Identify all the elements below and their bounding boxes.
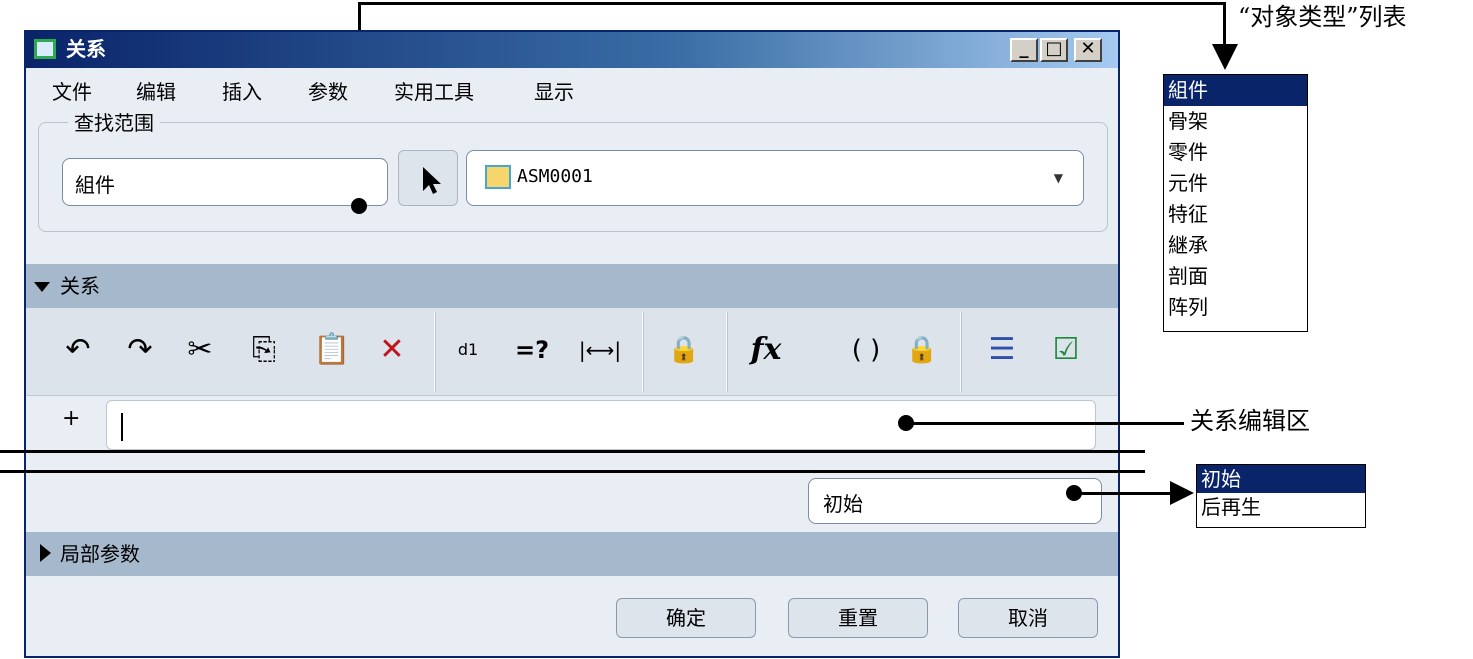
toolbar-separator (726, 312, 728, 392)
dimension-icon[interactable]: |⟷| (578, 330, 622, 370)
list-item[interactable]: 初始 (1197, 465, 1365, 493)
object-type-field[interactable]: 組件 (62, 158, 388, 206)
leader-line (358, 2, 1226, 5)
redo-icon[interactable]: ↷ (118, 330, 162, 370)
relations-toolbar: ↶ ↷ ✂ ⎘ 📋 ✕ d1 =? |⟷| 🔒 fx ( ) 🔒 ☰ ☑ (26, 308, 1118, 396)
list-item[interactable]: 剖面 (1164, 261, 1307, 292)
list-item[interactable]: 元件 (1164, 168, 1307, 199)
delete-icon[interactable]: ✕ (370, 330, 414, 370)
cursor-arrow-icon (423, 167, 441, 194)
menu-bar: 文件 编辑 插入 参数 实用工具 显示 (26, 70, 1118, 114)
list-item[interactable]: 組件 (1164, 75, 1307, 106)
paste-icon[interactable]: 📋 (310, 330, 354, 370)
separator-line (0, 450, 1145, 453)
toolbar-separator (434, 312, 436, 392)
relations-editor[interactable] (106, 400, 1096, 450)
close-button[interactable]: ✕ (1074, 38, 1102, 62)
evaluate-icon[interactable]: 🔒 (900, 330, 944, 370)
list-item[interactable]: 骨架 (1164, 106, 1307, 137)
callout-dot (351, 198, 367, 214)
object-type-list: 組件 骨架 零件 元件 特征 継承 剖面 阵列 (1163, 74, 1308, 332)
list-item[interactable]: 后再生 (1197, 493, 1365, 521)
triangle-down-icon (34, 282, 50, 292)
function-icon[interactable]: fx (744, 330, 788, 370)
minimize-button[interactable]: _ (1010, 38, 1038, 62)
copy-icon[interactable]: ⎘ (242, 330, 286, 370)
triangle-right-icon (40, 544, 51, 562)
assembly-icon (485, 165, 511, 189)
list-item[interactable]: 阵列 (1164, 292, 1307, 323)
ok-button[interactable]: 确定 (616, 598, 756, 638)
menu-parameters[interactable]: 参数 (308, 78, 348, 106)
check-icon[interactable]: ☑ (1044, 330, 1088, 370)
leader-line (1223, 2, 1226, 46)
relations-section-label: 关系 (60, 274, 100, 298)
menu-display[interactable]: 显示 (534, 78, 574, 106)
separator-line (0, 470, 1145, 473)
menu-insert[interactable]: 插入 (222, 78, 262, 106)
toolbar-separator (642, 312, 644, 392)
expand-icon[interactable]: + (62, 406, 80, 431)
brackets-icon[interactable]: ( ) (844, 330, 888, 370)
title-bar[interactable]: 关系 _ □ ✕ (26, 32, 1118, 68)
local-parameters-label: 局部参数 (60, 542, 140, 566)
text-caret (121, 413, 123, 441)
local-parameters-section-header[interactable]: 局部参数 (26, 532, 1118, 576)
maximize-button[interactable]: □ (1040, 38, 1068, 62)
leader-line (906, 422, 1184, 425)
sort-relations-icon[interactable]: 🔒 (662, 330, 706, 370)
editor-area-callout: 关系编辑区 (1190, 407, 1310, 435)
units-icon[interactable]: d1 (446, 330, 490, 370)
model-name: ASM0001 (517, 166, 593, 187)
menu-edit[interactable]: 编辑 (136, 78, 176, 106)
undo-icon[interactable]: ↶ (56, 330, 100, 370)
search-scope-label: 查找范围 (68, 110, 160, 136)
timing-select[interactable]: 初始 (808, 478, 1102, 524)
window-icon (34, 39, 56, 59)
chevron-down-icon: ▼ (1053, 171, 1063, 185)
verify-icon[interactable]: =? (510, 330, 554, 370)
reset-button[interactable]: 重置 (788, 598, 928, 638)
relations-section-header[interactable]: 关系 (26, 264, 1118, 308)
toolbar-separator (960, 312, 962, 392)
timing-list: 初始 后再生 (1196, 464, 1366, 528)
relations-dialog: 关系 _ □ ✕ 文件 编辑 插入 参数 实用工具 显示 查找范围 組件 ASM… (24, 30, 1120, 658)
pick-model-button[interactable] (398, 150, 458, 206)
list-item[interactable]: 零件 (1164, 137, 1307, 168)
dialog-title: 关系 (66, 37, 106, 61)
list-item[interactable]: 特征 (1164, 199, 1307, 230)
menu-file[interactable]: 文件 (52, 78, 92, 106)
menu-utilities[interactable]: 实用工具 (394, 78, 474, 106)
cancel-button[interactable]: 取消 (958, 598, 1098, 638)
leader-line (1074, 492, 1174, 495)
arrow-right-icon (1170, 481, 1194, 505)
arrow-down-icon (1212, 44, 1238, 70)
model-select[interactable]: ASM0001 ▼ (466, 150, 1084, 206)
object-type-list-callout: “对象类型”列表 (1238, 3, 1407, 31)
cut-icon[interactable]: ✂ (178, 330, 222, 370)
list-item[interactable]: 継承 (1164, 230, 1307, 261)
parameter-list-icon[interactable]: ☰ (980, 330, 1024, 370)
